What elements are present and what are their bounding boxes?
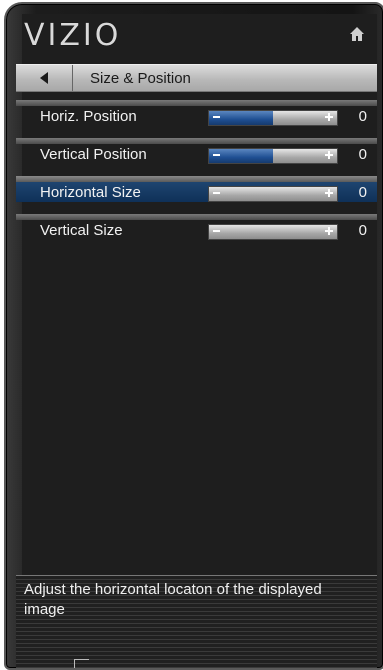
- menu-item-value: 0: [358, 146, 367, 163]
- menu-title: Size & Position: [90, 70, 191, 87]
- minus-icon: [213, 230, 220, 232]
- horizontal-size-slider[interactable]: [208, 186, 338, 202]
- menu-item-horizontal-size[interactable]: Horizontal Size 0: [16, 176, 377, 202]
- menu-item-value: 0: [358, 108, 367, 125]
- menu-item-vertical-position[interactable]: Vertical Position 0: [16, 138, 377, 164]
- slider-fill: [209, 149, 273, 163]
- minus-icon: [213, 154, 220, 156]
- minus-icon: [213, 192, 220, 194]
- menu-item-label: Vertical Size: [40, 222, 123, 239]
- plus-icon: [325, 151, 333, 159]
- row-divider: [16, 138, 377, 144]
- menu-item-label: Vertical Position: [40, 146, 147, 163]
- menu-item-label: Horizontal Size: [40, 184, 141, 201]
- menu-item-label: Horiz. Position: [40, 108, 137, 125]
- panel-corner-decoration: [74, 659, 89, 668]
- left-arrow-icon: [40, 72, 48, 84]
- help-panel: Adjust the horizontal locaton of the dis…: [16, 575, 377, 668]
- vertical-size-slider[interactable]: [208, 224, 338, 240]
- help-text: Adjust the horizontal locaton of the dis…: [24, 581, 322, 618]
- slider-fill: [209, 111, 273, 125]
- back-button[interactable]: [16, 65, 73, 91]
- row-divider: [16, 100, 377, 106]
- menu-item-value: 0: [358, 184, 367, 201]
- plus-icon: [325, 189, 333, 197]
- menu-item-horiz-position[interactable]: Horiz. Position 0: [16, 100, 377, 126]
- row-divider: [16, 214, 377, 220]
- plus-icon: [325, 113, 333, 121]
- home-icon[interactable]: [349, 26, 365, 42]
- menu-title-bar: Size & Position: [16, 64, 377, 92]
- minus-icon: [213, 116, 220, 118]
- row-divider: [16, 176, 377, 182]
- horiz-position-slider[interactable]: [208, 110, 338, 126]
- menu-item-vertical-size[interactable]: Vertical Size 0: [16, 214, 377, 240]
- vertical-position-slider[interactable]: [208, 148, 338, 164]
- menu-item-value: 0: [358, 222, 367, 239]
- brand-logo: VIZIO: [24, 18, 122, 53]
- plus-icon: [325, 227, 333, 235]
